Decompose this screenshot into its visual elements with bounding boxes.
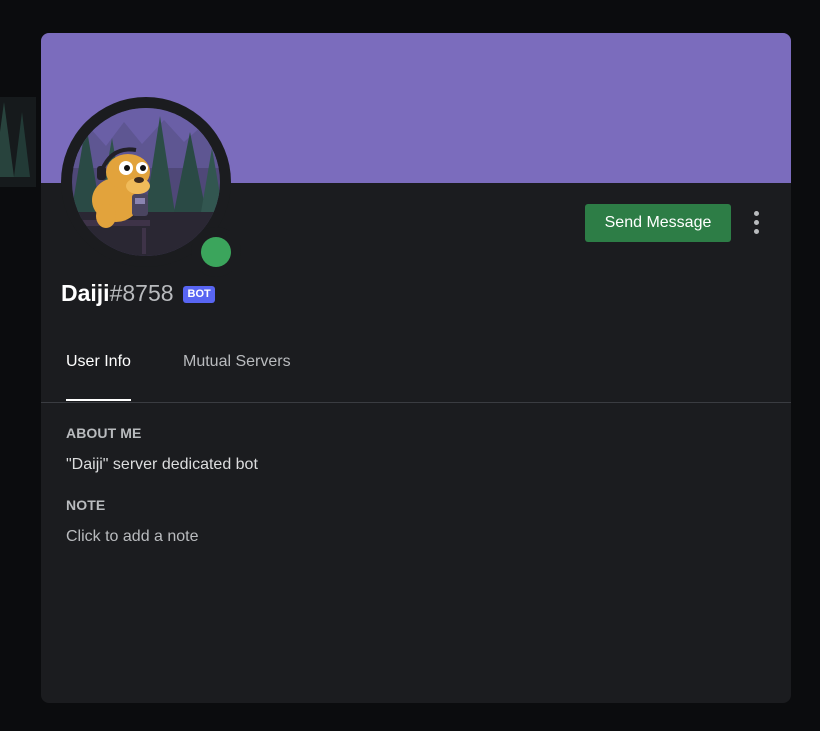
more-dot (754, 229, 759, 234)
status-indicator (191, 227, 241, 277)
background-channel-fragment (0, 97, 36, 187)
note-input[interactable]: Click to add a note (66, 528, 199, 546)
bot-badge: BOT (182, 285, 215, 303)
about-me-text: "Daiji" server dedicated bot (66, 456, 258, 473)
user-profile-modal: Send Message Daiji #8758 BOT User Info M… (41, 33, 791, 703)
tab-mutual-servers[interactable]: Mutual Servers (183, 353, 291, 401)
more-vertical-icon[interactable] (745, 209, 767, 237)
background-tree-art (0, 102, 30, 177)
about-me-title: ABOUT ME (66, 425, 142, 441)
status-online-dot (201, 237, 231, 267)
more-dot (754, 220, 759, 225)
discriminator: #8758 (109, 279, 174, 306)
user-name-row: Daiji #8758 BOT (61, 278, 215, 308)
send-message-button[interactable]: Send Message (585, 204, 731, 242)
more-dot (754, 211, 759, 216)
avatar-container[interactable] (61, 97, 241, 277)
tab-user-info[interactable]: User Info (66, 353, 131, 401)
tab-divider (41, 402, 791, 403)
username: Daiji (61, 279, 110, 306)
note-title: NOTE (66, 497, 106, 513)
